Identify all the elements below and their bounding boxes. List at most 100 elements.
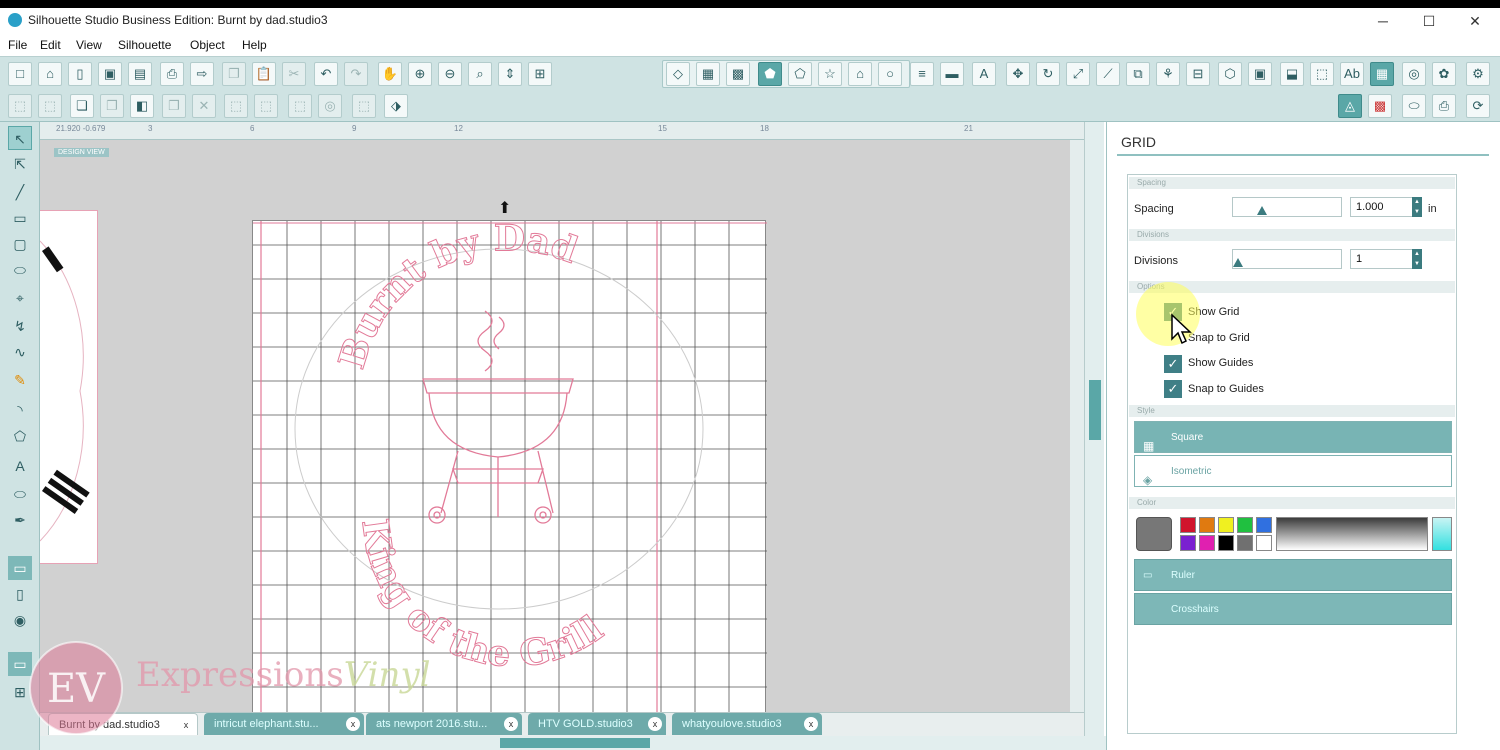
vertical-scrollbar[interactable] <box>1084 122 1104 736</box>
sync-icon[interactable]: ⟳ <box>1466 94 1490 118</box>
pan-icon[interactable]: ✋ <box>378 62 402 86</box>
style-square-option[interactable]: ▦ Square <box>1134 421 1452 453</box>
tab-close-icon[interactable]: x <box>346 717 360 731</box>
save-as-icon[interactable]: ▤ <box>128 62 152 86</box>
new-file-icon[interactable]: □ <box>8 62 32 86</box>
tab-close-icon[interactable]: x <box>504 717 518 731</box>
scroll-thumb[interactable] <box>1089 380 1101 440</box>
spacing-slider-knob[interactable] <box>1257 206 1267 215</box>
tab-close-icon[interactable]: x <box>804 717 818 731</box>
eraser-icon[interactable]: ⬭ <box>1402 94 1426 118</box>
select-all-icon[interactable]: ⬚ <box>8 94 32 118</box>
copy-icon[interactable]: ❐ <box>222 62 246 86</box>
undo-icon[interactable]: ↶ <box>314 62 338 86</box>
save-icon[interactable]: ▣ <box>98 62 122 86</box>
group-icon[interactable]: ❏ <box>70 94 94 118</box>
spacing-slider[interactable] <box>1232 197 1342 217</box>
spacing-input[interactable]: 1.000 <box>1350 197 1420 217</box>
send-icon[interactable]: ⇨ <box>190 62 214 86</box>
text-to-path-icon[interactable]: Ab <box>1340 62 1364 86</box>
transform-icon[interactable]: ✥ <box>1006 62 1030 86</box>
tab-htv-gold[interactable]: HTV GOLD.studio3 x <box>528 713 666 735</box>
menu-help[interactable]: Help <box>242 38 267 52</box>
paste-icon[interactable]: 📋 <box>252 62 276 86</box>
close-button[interactable]: ✕ <box>1452 10 1498 32</box>
knife-tool-icon[interactable]: ✒ <box>8 508 32 532</box>
swatch-yellow[interactable] <box>1218 517 1234 533</box>
offset-icon[interactable]: ⊟ <box>1186 62 1210 86</box>
tab-intricut-elephant[interactable]: intricut elephant.stu... x <box>204 713 364 735</box>
page-setup-icon[interactable]: ◇ <box>666 62 690 86</box>
grid-icon[interactable]: ▩ <box>726 62 750 86</box>
print-cut-icon[interactable]: ▣ <box>1248 62 1272 86</box>
ellipse-tool-icon[interactable]: ⬭ <box>8 258 32 282</box>
snap-to-grid-label[interactable]: Snap to Grid <box>1188 332 1250 344</box>
fill-gradient-icon[interactable]: ⬠ <box>788 62 812 86</box>
send-to-silhouette-icon[interactable]: ⎙ <box>1432 94 1456 118</box>
hscroll-thumb[interactable] <box>500 738 650 748</box>
show-guides-checkbox[interactable]: ✓ <box>1164 355 1182 373</box>
tab-close-icon[interactable]: x <box>648 717 662 731</box>
curve-tool-icon[interactable]: ↯ <box>8 314 32 338</box>
swatch-red[interactable] <box>1180 517 1196 533</box>
design-canvas[interactable]: 21.920 -0.679 3 6 9 12 15 18 21 DESIGN V… <box>40 122 1084 736</box>
select-tool-icon[interactable]: ↖ <box>8 126 32 150</box>
store-icon[interactable]: ✿ <box>1432 62 1456 86</box>
align-left-icon[interactable]: ⬚ <box>224 94 248 118</box>
pixscan-icon[interactable]: ▦ <box>1370 62 1394 86</box>
menu-edit[interactable]: Edit <box>40 38 61 52</box>
divisions-stepper[interactable]: ▲ ▼ <box>1412 249 1422 269</box>
maximize-button[interactable]: ☐ <box>1406 10 1452 32</box>
eraser-tool-icon[interactable]: ⬭ <box>8 482 32 506</box>
freehand-tool-icon[interactable]: ∿ <box>8 340 32 364</box>
divisions-input[interactable]: 1 <box>1350 249 1420 269</box>
align-center-icon[interactable]: ⬚ <box>254 94 278 118</box>
weld-icon[interactable]: ⬚ <box>352 94 376 118</box>
scale-icon[interactable]: ⤢ <box>1066 62 1090 86</box>
print-icon[interactable]: ⎙ <box>160 62 184 86</box>
design-area-icon[interactable]: ▭ <box>8 556 32 580</box>
fill-color-icon[interactable]: ⬟ <box>758 62 782 86</box>
library-store-icon[interactable]: ◎ <box>1402 62 1426 86</box>
deselect-icon[interactable]: ⬚ <box>38 94 62 118</box>
send-back-icon[interactable]: ◎ <box>318 94 342 118</box>
tab-ats-newport[interactable]: ats newport 2016.stu... x <box>366 713 522 735</box>
offscreen-design[interactable] <box>40 210 98 564</box>
color-gradient-picker[interactable] <box>1276 517 1428 551</box>
hue-slider[interactable] <box>1432 517 1452 551</box>
menu-object[interactable]: Object <box>190 38 225 52</box>
swatch-magenta[interactable] <box>1199 535 1215 551</box>
bring-front-icon[interactable]: ⬚ <box>288 94 312 118</box>
horizontal-scrollbar[interactable] <box>40 736 1084 750</box>
zoom-out-icon[interactable]: ⊖ <box>438 62 462 86</box>
pentagon-tool-icon[interactable]: ⬠ <box>8 424 32 448</box>
replicate-icon[interactable]: ⧉ <box>1126 62 1150 86</box>
shear-icon[interactable]: ⟋ <box>1096 62 1120 86</box>
library-icon[interactable]: ▯ <box>68 62 92 86</box>
settings-gear-icon[interactable]: ⚙ <box>1466 62 1490 86</box>
swatch-black[interactable] <box>1218 535 1234 551</box>
line-tool-icon[interactable]: ╱ <box>8 180 32 204</box>
pen-tool-icon[interactable]: ✎ <box>8 368 32 392</box>
snap-to-guides-label[interactable]: Snap to Guides <box>1188 383 1264 395</box>
store-globe-icon[interactable]: ◉ <box>8 608 32 632</box>
swatch-orange[interactable] <box>1199 517 1215 533</box>
tab-whatyoulove[interactable]: whatyoulove.studio3 x <box>672 713 822 735</box>
panel-icon[interactable]: ▦ <box>696 62 720 86</box>
zoom-drag-icon[interactable]: ⇕ <box>498 62 522 86</box>
swatch-green[interactable] <box>1237 517 1253 533</box>
line-color-icon[interactable]: ⌂ <box>848 62 872 86</box>
spacing-stepper[interactable]: ▲ ▼ <box>1412 197 1422 217</box>
compound-path-icon[interactable]: ◧ <box>130 94 154 118</box>
ruler-toggle[interactable]: ▭ Ruler <box>1134 559 1452 591</box>
snap-to-guides-checkbox[interactable]: ✓ <box>1164 380 1182 398</box>
line-icon[interactable]: ≡ <box>910 62 934 86</box>
ungroup-icon[interactable]: ❐ <box>100 94 124 118</box>
text-tool-icon[interactable]: A <box>8 454 32 478</box>
modify-object-icon[interactable]: ⬗ <box>384 94 408 118</box>
swatch-blue[interactable] <box>1256 517 1272 533</box>
open-folder-icon[interactable]: ⌂ <box>38 62 62 86</box>
cut-icon[interactable]: ✂ <box>282 62 306 86</box>
line-style-icon[interactable]: ○ <box>878 62 902 86</box>
menu-silhouette[interactable]: Silhouette <box>118 38 171 52</box>
